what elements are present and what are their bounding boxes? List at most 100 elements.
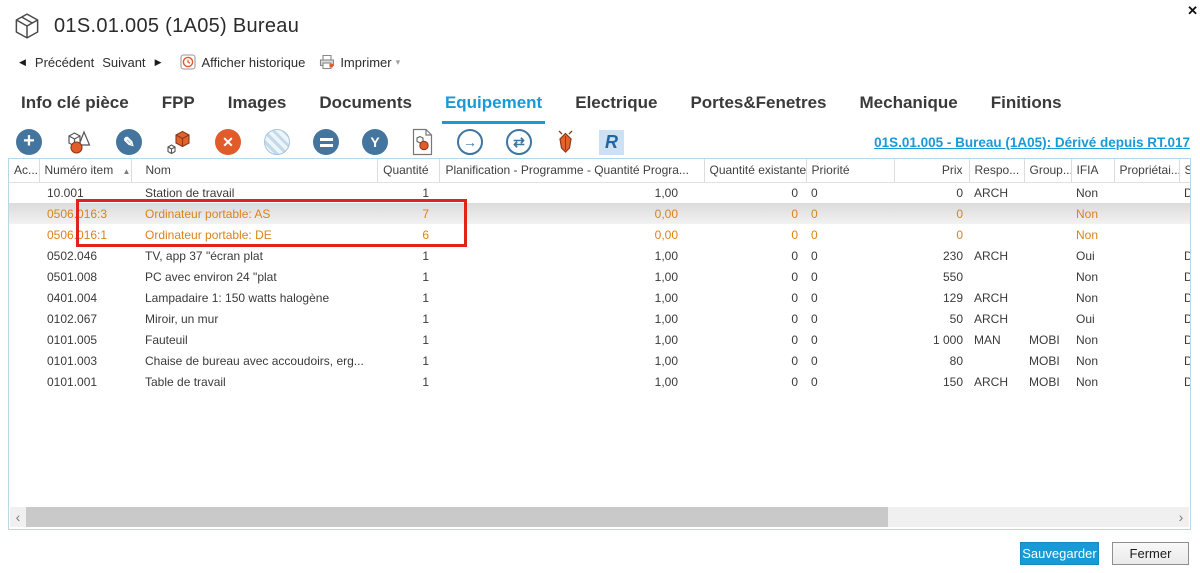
print-dropdown-icon[interactable]: ▾ <box>396 57 401 68</box>
print-button[interactable]: Imprimer ▾ <box>319 54 400 70</box>
column-header-planification[interactable]: Planification - Programme - Quantité Pro… <box>439 159 704 182</box>
table-row[interactable]: 10.001Station de travail11,00000ARCHNonD… <box>9 182 1191 203</box>
column-header-ifia[interactable]: IFIA <box>1071 159 1114 182</box>
scroll-left-icon[interactable]: ‹ <box>10 507 26 527</box>
revit-link-icon[interactable]: R <box>599 130 624 155</box>
close-button[interactable]: Fermer <box>1112 542 1189 565</box>
edit-item-icon[interactable]: ✎ <box>116 129 142 155</box>
horizontal-scrollbar[interactable]: ‹ › <box>10 507 1189 527</box>
column-header-actions[interactable]: Ac... <box>9 159 39 182</box>
column-header-quantite[interactable]: Quantité <box>377 159 439 182</box>
cell-nom: Station de travail <box>131 182 377 203</box>
tab-portes-fenetres[interactable]: Portes&Fenetres <box>687 90 829 124</box>
cell-respo <box>969 350 1024 371</box>
table-row[interactable]: 0102.067Miroir, un mur11,000050ARCHOuiDe <box>9 308 1191 329</box>
transfer-item-icon[interactable]: ⇄ <box>506 129 532 155</box>
cell-priorite: 0 <box>806 287 894 308</box>
column-header-nom[interactable]: Nom <box>131 159 377 182</box>
scrollbar-thumb[interactable] <box>26 507 888 527</box>
cell-sta <box>1179 203 1191 224</box>
cell-nom: Ordinateur portable: DE <box>131 224 377 245</box>
table-row[interactable]: 0101.003Chaise de bureau avec accoudoirs… <box>9 350 1191 371</box>
show-history-label: Afficher historique <box>201 55 305 70</box>
table-row[interactable]: 0101.005Fauteuil11,00001 000MANMOBINonDe <box>9 329 1191 350</box>
table-row[interactable]: 0506.016:3Ordinateur portable: AS70,0000… <box>9 203 1191 224</box>
tab-documents[interactable]: Documents <box>316 90 415 124</box>
split-item-icon[interactable]: Y <box>362 129 388 155</box>
cell-prix: 0 <box>894 203 969 224</box>
column-header-statut[interactable]: Sta... <box>1179 159 1191 182</box>
remove-quantity-icon[interactable] <box>313 129 339 155</box>
cell-proprietaire <box>1114 203 1179 224</box>
tab-fpp[interactable]: FPP <box>159 90 198 124</box>
cell-prix: 1 000 <box>894 329 969 350</box>
column-header-responsable[interactable]: Respo... <box>969 159 1024 182</box>
column-header-groupe[interactable]: Group... <box>1024 159 1071 182</box>
column-header-quantite-existante[interactable]: Quantité existante <box>704 159 806 182</box>
cell-ifia: Non <box>1071 287 1114 308</box>
add-item-icon[interactable]: + <box>16 129 42 155</box>
item-types-icon[interactable] <box>65 129 93 155</box>
cell-prix: 129 <box>894 287 969 308</box>
close-icon[interactable]: ✕ <box>1187 4 1198 17</box>
tab-bar: Info clé pièce FPP Images Documents Equi… <box>0 90 1200 124</box>
cell-nom: Chaise de bureau avec accoudoirs, erg... <box>131 350 377 371</box>
cell-priorite: 0 <box>806 224 894 245</box>
scrollbar-track[interactable] <box>888 507 1173 527</box>
table-row[interactable]: 0506.016:1Ordinateur portable: DE60,0000… <box>9 224 1191 245</box>
item-report-icon[interactable] <box>411 128 434 156</box>
cell-numero: 10.001 <box>39 182 131 203</box>
cell-priorite: 0 <box>806 203 894 224</box>
copy-item-icon[interactable] <box>165 129 192 156</box>
next-arrow-icon[interactable]: ▶ <box>155 57 162 68</box>
cell-planification: 1,00 <box>439 266 704 287</box>
prev-arrow-icon[interactable]: ◀ <box>19 57 26 68</box>
cell-group <box>1024 203 1071 224</box>
delete-item-icon[interactable]: ✕ <box>215 129 241 155</box>
cell-sta: De <box>1179 182 1191 203</box>
table-row[interactable]: 0502.046TV, app 37 "écran plat11,0000230… <box>9 245 1191 266</box>
cell-group: MOBI <box>1024 350 1071 371</box>
column-header-proprietaire[interactable]: Propriétai... <box>1114 159 1179 182</box>
save-button[interactable]: Sauvegarder <box>1020 542 1099 565</box>
cell-sta: De <box>1179 350 1191 371</box>
tab-mechanique[interactable]: Mechanique <box>857 90 961 124</box>
cell-numero: 0401.004 <box>39 287 131 308</box>
column-header-numero-item[interactable]: Numéro item ▲ <box>39 159 131 182</box>
show-history-button[interactable]: Afficher historique <box>180 54 305 70</box>
disabled-action-icon <box>264 129 290 155</box>
tab-images[interactable]: Images <box>225 90 290 124</box>
room-equipment-window: 01S.01.005 (1A05) Bureau ✕ ◀ Précédent S… <box>0 0 1200 573</box>
next-button[interactable]: Suivant <box>102 55 145 70</box>
cell-existante: 0 <box>704 266 806 287</box>
column-header-priorite[interactable]: Priorité <box>806 159 894 182</box>
column-header-prix[interactable]: Prix <box>894 159 969 182</box>
cell-sta: De <box>1179 308 1191 329</box>
cell-ac <box>9 308 39 329</box>
move-item-icon[interactable]: → <box>457 129 483 155</box>
tab-electrique[interactable]: Electrique <box>572 90 660 124</box>
tab-equipement[interactable]: Equipement <box>442 90 545 124</box>
equipment-table-container: Ac... Numéro item ▲ Nom Quantité Planifi… <box>8 158 1191 530</box>
table-body: 10.001Station de travail11,00000ARCHNonD… <box>9 182 1191 392</box>
cell-existante: 0 <box>704 329 806 350</box>
scroll-right-icon[interactable]: › <box>1173 507 1189 527</box>
tab-finitions[interactable]: Finitions <box>988 90 1065 124</box>
cell-respo <box>969 224 1024 245</box>
cell-existante: 0 <box>704 245 806 266</box>
cell-numero: 0506.016:3 <box>39 203 131 224</box>
table-row[interactable]: 0101.001Table de travail11,0000150ARCHMO… <box>9 371 1191 392</box>
navbar: ◀ Précédent Suivant ▶ Afficher historiqu… <box>14 52 400 72</box>
tab-info-cle-piece[interactable]: Info clé pièce <box>18 90 132 124</box>
cell-nom: Ordinateur portable: AS <box>131 203 377 224</box>
cell-ac <box>9 245 39 266</box>
cell-planification: 1,00 <box>439 371 704 392</box>
prev-button[interactable]: Précédent <box>35 55 94 70</box>
table-row[interactable]: 0501.008PC avec environ 24 "plat11,00005… <box>9 266 1191 287</box>
cell-planification: 0,00 <box>439 203 704 224</box>
cell-planification: 1,00 <box>439 350 704 371</box>
table-row[interactable]: 0401.004Lampadaire 1: 150 watts halogène… <box>9 287 1191 308</box>
debug-bug-icon[interactable] <box>555 130 576 154</box>
derived-room-link[interactable]: 01S.01.005 - Bureau (1A05): Dérivé depui… <box>874 135 1190 150</box>
cell-numero: 0101.005 <box>39 329 131 350</box>
